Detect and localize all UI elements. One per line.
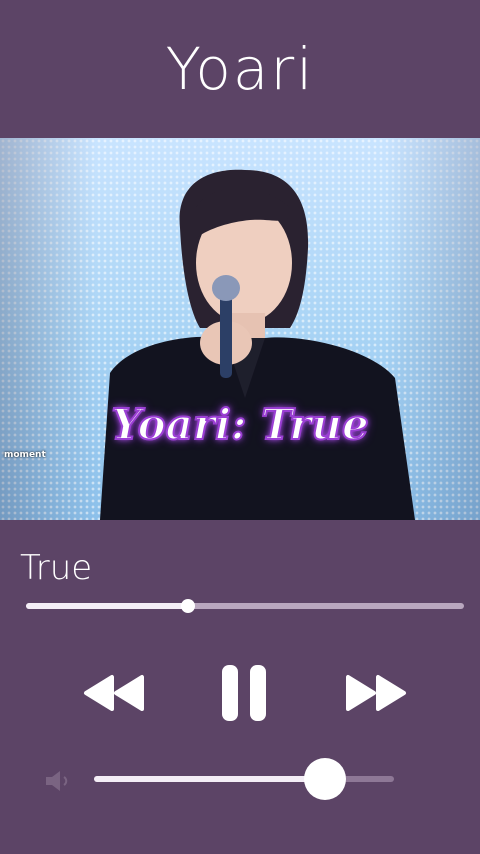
pause-icon[interactable] — [218, 661, 270, 725]
progress-fill — [26, 603, 189, 609]
track-title: True — [20, 548, 93, 588]
video-caption: Yoari: True — [110, 399, 369, 450]
rewind-icon[interactable] — [82, 673, 146, 713]
header-bar: Yoari — [0, 0, 480, 138]
volume-slider[interactable] — [94, 758, 394, 800]
playback-controls — [0, 655, 480, 735]
progress-knob[interactable] — [181, 599, 196, 613]
volume-fill — [94, 776, 325, 782]
performer-image — [100, 169, 415, 520]
progress-slider[interactable] — [26, 599, 464, 613]
video-frame[interactable]: moment Yoari: True — [0, 138, 480, 520]
fast-forward-icon[interactable] — [344, 673, 408, 713]
speaker-icon[interactable] — [44, 768, 74, 794]
artist-title: Yoari — [165, 35, 315, 103]
screen-corner-text: moment — [4, 450, 46, 460]
volume-knob[interactable] — [304, 758, 346, 800]
